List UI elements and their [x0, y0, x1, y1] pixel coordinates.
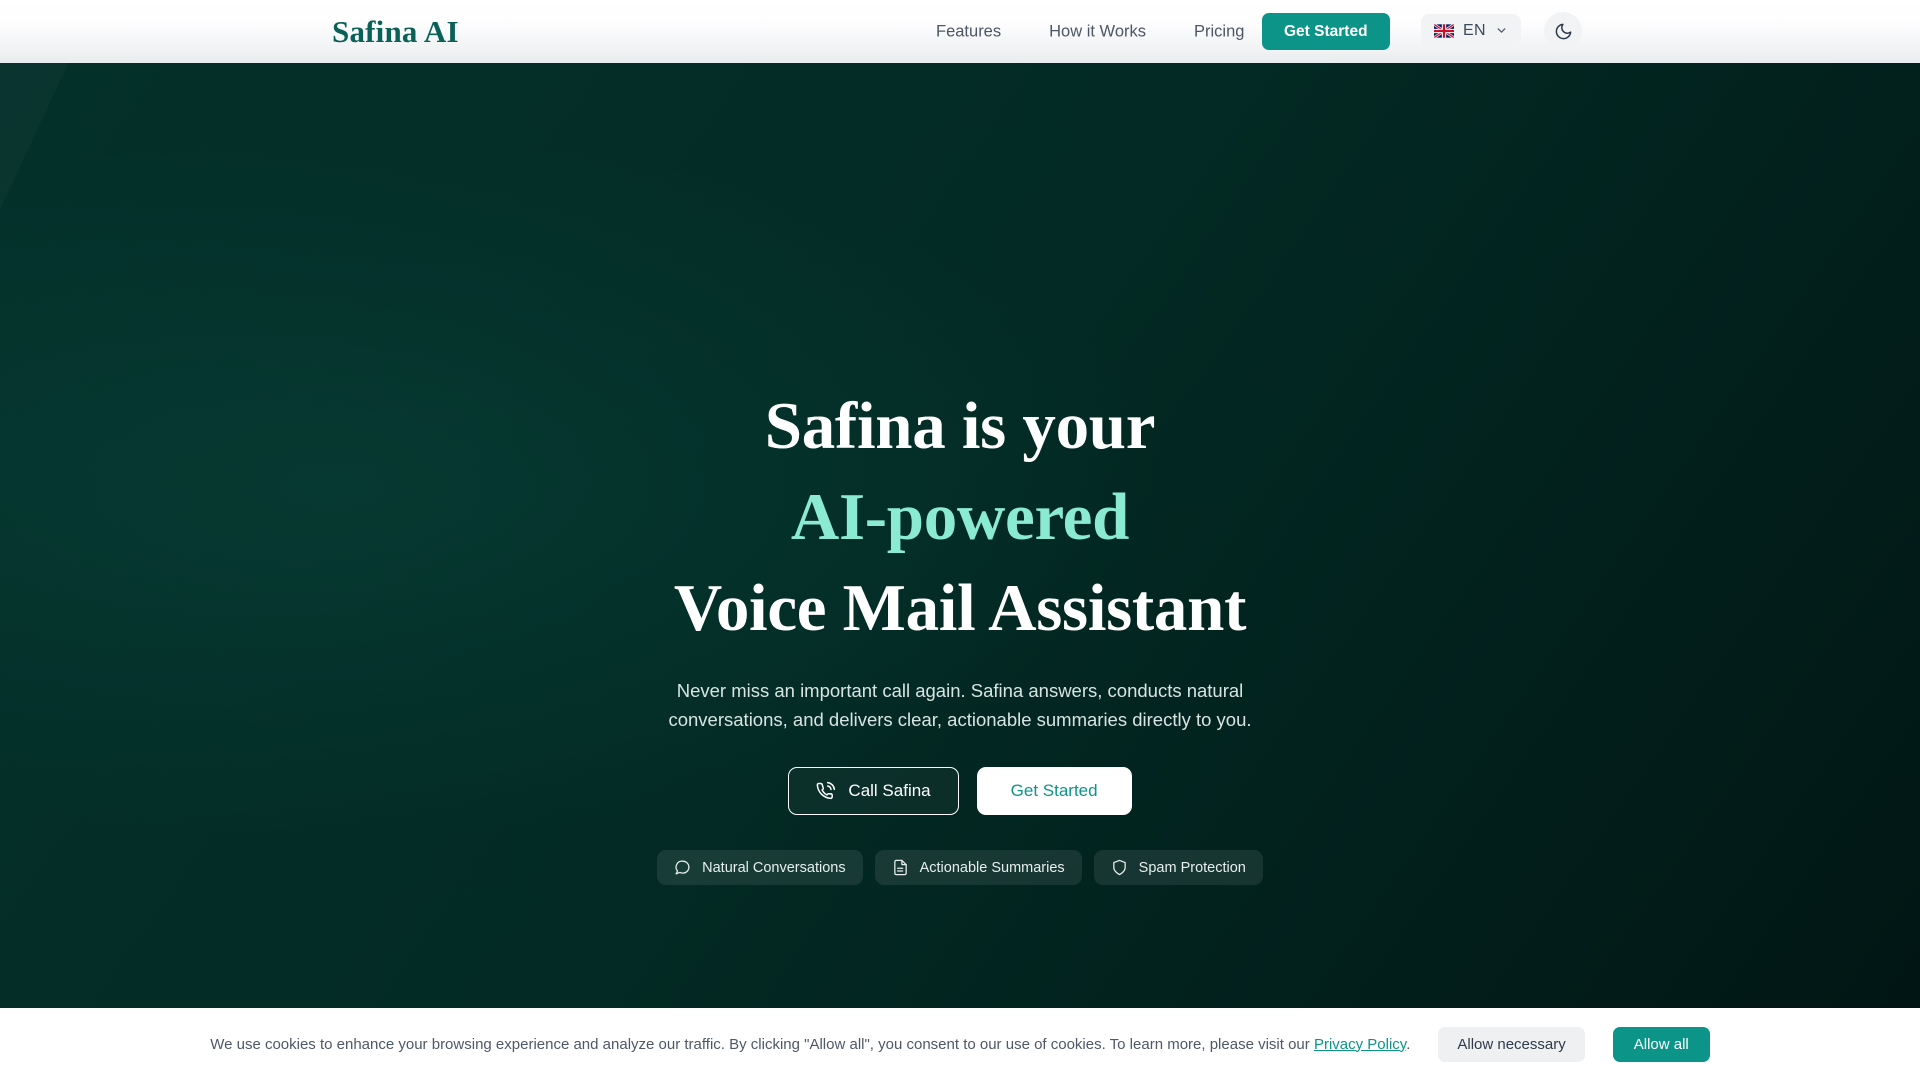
nav-item-how-it-works[interactable]: How it Works	[1025, 22, 1170, 41]
feature-pill-spam-protection[interactable]: Spam Protection	[1093, 850, 1263, 885]
speech-bubble-icon	[675, 860, 690, 875]
hero-subheading: Never miss an important call again. Safi…	[668, 680, 1252, 730]
allow-all-button[interactable]: Allow all	[1612, 1026, 1710, 1062]
moon-icon	[1555, 23, 1571, 39]
header-get-started-button[interactable]: Get Started	[1262, 13, 1390, 50]
site-logo[interactable]: Safina AI	[332, 14, 459, 50]
cookie-text-before-link: We use cookies to enhance your browsing …	[210, 1035, 1314, 1053]
call-safina-label: Call Safina	[848, 781, 931, 800]
hero-cta-row: Call Safina Get Started	[788, 767, 1132, 815]
nav-item-pricing[interactable]: Pricing	[1170, 22, 1268, 41]
hero-section: Safina is your AI-powered Voice Mail Ass…	[0, 63, 1920, 1008]
hero-heading: Safina is your AI-powered Voice Mail Ass…	[673, 63, 1247, 654]
cookie-text-after-link: .	[1406, 1035, 1411, 1053]
cookie-consent-text: We use cookies to enhance your browsing …	[210, 1036, 1410, 1053]
feature-pill-label: Spam Protection	[1138, 859, 1246, 876]
shield-icon	[1112, 859, 1126, 876]
site-header: Safina AI Features How it Works Pricing …	[0, 0, 1920, 63]
feature-pill-natural-conversations[interactable]: Natural Conversations	[657, 850, 863, 885]
hero-heading-line-3: Voice Mail Assistant	[673, 571, 1247, 645]
cookie-consent-banner: We use cookies to enhance your browsing …	[0, 1008, 1920, 1080]
language-selector[interactable]: EN	[1421, 14, 1521, 47]
hero-get-started-button[interactable]: Get Started	[976, 767, 1132, 815]
phone-call-icon	[817, 781, 836, 800]
hero-feature-pills: Natural Conversations Actionable Summari…	[657, 850, 1263, 885]
privacy-policy-link[interactable]: Privacy Policy	[1314, 1036, 1406, 1053]
feature-pill-label: Natural Conversations	[702, 859, 846, 876]
feature-pill-label: Actionable Summaries	[919, 859, 1065, 876]
nav-item-features[interactable]: Features	[912, 22, 1025, 41]
feature-pill-actionable-summaries[interactable]: Actionable Summaries	[874, 850, 1082, 885]
hero-heading-line-1: Safina is your	[764, 389, 1156, 463]
document-text-icon	[893, 859, 907, 876]
call-safina-button[interactable]: Call Safina	[788, 767, 959, 815]
chevron-down-icon	[1497, 28, 1506, 33]
dark-mode-toggle[interactable]	[1544, 12, 1582, 50]
hero-heading-line-2: AI-powered	[790, 480, 1130, 554]
uk-flag-icon	[1434, 23, 1454, 38]
language-code: EN	[1463, 21, 1486, 39]
allow-necessary-button[interactable]: Allow necessary	[1438, 1026, 1585, 1062]
